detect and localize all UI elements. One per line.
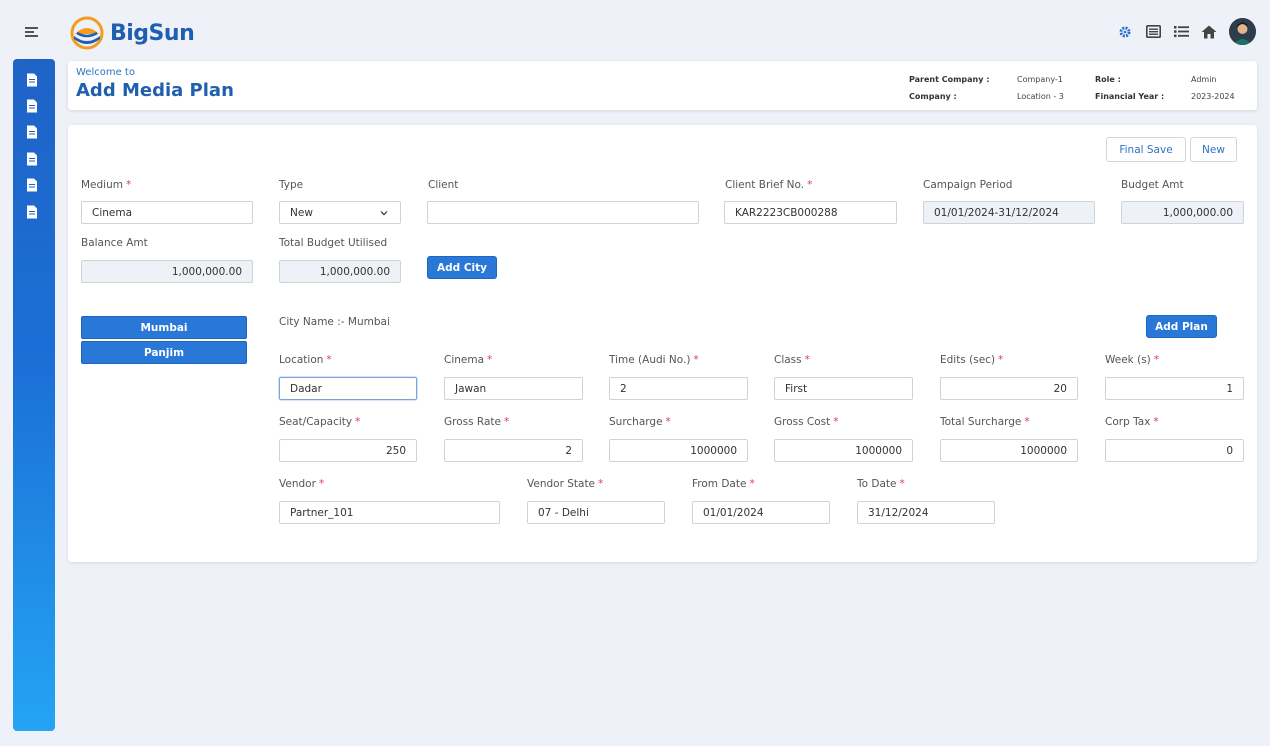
parent-company-value: Company-1: [1017, 75, 1063, 84]
location-label: Location *: [279, 354, 332, 366]
menu-icon[interactable]: [25, 27, 38, 37]
vendor-state-label: Vendor State *: [527, 478, 604, 490]
campaign-period-label: Campaign Period: [923, 179, 1013, 191]
cinema-input[interactable]: Jawan: [444, 377, 583, 400]
document-icon[interactable]: [26, 178, 38, 192]
vendor-label: Vendor *: [279, 478, 325, 490]
vendor-input[interactable]: Partner_101: [279, 501, 500, 524]
corp-tax-label: Corp Tax *: [1105, 416, 1159, 428]
financial-year-value: 2023-2024: [1191, 92, 1235, 101]
company-value: Location - 3: [1017, 92, 1064, 101]
home-icon[interactable]: [1201, 24, 1217, 40]
budget-amt-label: Budget Amt: [1121, 179, 1184, 191]
vendor-state-input[interactable]: 07 - Delhi: [527, 501, 665, 524]
total-budget-input[interactable]: 1,000,000.00: [279, 260, 401, 283]
total-surcharge-label: Total Surcharge *: [940, 416, 1030, 428]
surcharge-label: Surcharge *: [609, 416, 671, 428]
chevron-down-icon: [380, 211, 388, 216]
week-input[interactable]: 1: [1105, 377, 1244, 400]
city-item-panjim[interactable]: Panjim: [81, 341, 247, 364]
from-date-label: From Date *: [692, 478, 755, 490]
sidebar: [13, 59, 55, 731]
location-input[interactable]: Dadar: [279, 377, 417, 400]
city-item-mumbai[interactable]: Mumbai: [81, 316, 247, 339]
total-budget-label: Total Budget Utilised: [279, 237, 388, 249]
client-brief-input[interactable]: KAR2223CB000288: [724, 201, 897, 224]
class-input[interactable]: First: [774, 377, 913, 400]
gear-icon[interactable]: [1117, 24, 1133, 40]
gross-rate-input[interactable]: 2: [444, 439, 583, 462]
campaign-period-input[interactable]: 01/01/2024-31/12/2024: [923, 201, 1095, 224]
type-value: New: [290, 206, 313, 219]
page-title: Add Media Plan: [76, 80, 234, 101]
list-box-icon[interactable]: [1145, 24, 1161, 40]
edits-input[interactable]: 20: [940, 377, 1078, 400]
sun-logo-icon: [70, 16, 104, 50]
top-bar: BigSun: [0, 0, 1270, 62]
document-icon[interactable]: [26, 125, 38, 139]
client-input[interactable]: [427, 201, 699, 224]
gross-cost-input[interactable]: 1000000: [774, 439, 913, 462]
document-icon[interactable]: [26, 99, 38, 113]
list-icon[interactable]: [1173, 24, 1189, 40]
new-button[interactable]: New: [1190, 137, 1237, 162]
balance-amt-input[interactable]: 1,000,000.00: [81, 260, 253, 283]
document-icon[interactable]: [26, 152, 38, 166]
corp-tax-input[interactable]: 0: [1105, 439, 1244, 462]
total-surcharge-input[interactable]: 1000000: [940, 439, 1078, 462]
surcharge-input[interactable]: 1000000: [609, 439, 748, 462]
week-label: Week (s) *: [1105, 354, 1160, 366]
parent-company-label: Parent Company :: [909, 75, 990, 84]
media-plan-form: Final Save New Medium * Cinema Type New C…: [68, 125, 1257, 562]
edits-label: Edits (sec) *: [940, 354, 1004, 366]
type-label: Type: [279, 179, 304, 191]
medium-input[interactable]: Cinema: [81, 201, 253, 224]
cinema-label: Cinema *: [444, 354, 493, 366]
app-logo[interactable]: BigSun: [70, 16, 195, 50]
budget-amt-input[interactable]: 1,000,000.00: [1121, 201, 1244, 224]
to-date-input[interactable]: 31/12/2024: [857, 501, 995, 524]
user-avatar[interactable]: [1229, 18, 1256, 45]
seat-capacity-label: Seat/Capacity *: [279, 416, 361, 428]
time-input[interactable]: 2: [609, 377, 748, 400]
class-label: Class *: [774, 354, 810, 366]
document-icon[interactable]: [26, 73, 38, 87]
balance-amt-label: Balance Amt: [81, 237, 148, 249]
medium-label: Medium *: [81, 179, 132, 191]
add-plan-button[interactable]: Add Plan: [1146, 315, 1217, 338]
add-city-button[interactable]: Add City: [427, 256, 497, 279]
final-save-button[interactable]: Final Save: [1106, 137, 1186, 162]
time-label: Time (Audi No.) *: [609, 354, 699, 366]
app-name: BigSun: [110, 20, 195, 46]
role-value: Admin: [1191, 75, 1217, 84]
type-select[interactable]: New: [279, 201, 401, 224]
seat-capacity-input[interactable]: 250: [279, 439, 417, 462]
client-label: Client: [428, 179, 459, 191]
to-date-label: To Date *: [857, 478, 905, 490]
page-header: Welcome to Add Media Plan Parent Company…: [68, 61, 1257, 110]
welcome-text: Welcome to: [76, 67, 135, 78]
financial-year-label: Financial Year :: [1095, 92, 1165, 101]
from-date-input[interactable]: 01/01/2024: [692, 501, 830, 524]
client-brief-label: Client Brief No. *: [725, 179, 813, 191]
document-icon[interactable]: [26, 205, 38, 219]
gross-rate-label: Gross Rate *: [444, 416, 510, 428]
city-name-heading: City Name :- Mumbai: [279, 316, 390, 328]
role-label: Role :: [1095, 75, 1121, 84]
gross-cost-label: Gross Cost *: [774, 416, 839, 428]
company-label: Company :: [909, 92, 957, 101]
